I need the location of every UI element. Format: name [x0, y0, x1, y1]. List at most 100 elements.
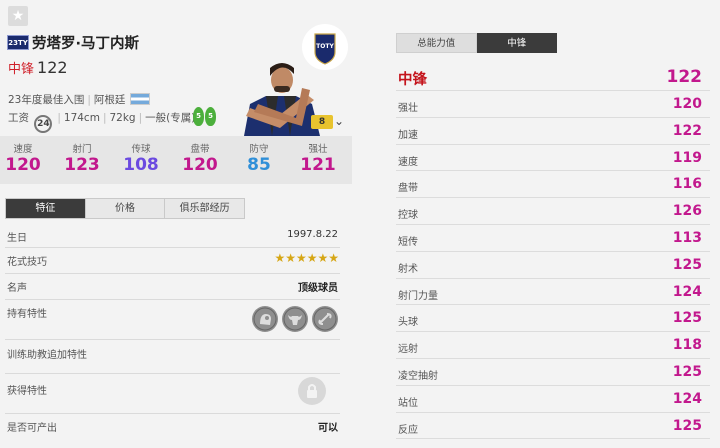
weight-value: 72kg: [109, 112, 136, 124]
info-label: 花式技巧: [7, 257, 47, 268]
producible-value: 可以: [318, 423, 338, 434]
stat-label: 强壮: [308, 144, 328, 155]
tab-striker[interactable]: 中锋: [476, 33, 557, 53]
player-profile-panel: ★ 23TY 劳塔罗·马丁内斯 中锋 122 23年度最佳入围 | 阿根廷 工资 24…: [0, 0, 352, 448]
attribute-row: 强壮 120: [396, 91, 710, 118]
stat-value: 108: [123, 155, 159, 175]
attribute-row: 射术 125: [396, 252, 710, 279]
tab-price[interactable]: 价格: [85, 199, 166, 218]
chevron-down-icon[interactable]: ⌄: [334, 114, 344, 128]
attribute-row: 远射 118: [396, 332, 710, 359]
left-foot-icon: 5: [193, 107, 204, 126]
stat-value: 85: [247, 155, 271, 175]
stat-value: 123: [64, 155, 100, 175]
stat-value: 121: [300, 155, 336, 175]
attribute-name: 射门力量: [398, 290, 438, 302]
trait-bull-icon[interactable]: [282, 306, 308, 332]
attribute-row: 控球 126: [396, 198, 710, 225]
lock-icon: [298, 377, 326, 405]
attribute-name: 射术: [398, 263, 418, 275]
info-row-reputation: 名声 顶级球员: [5, 274, 340, 300]
stat-dribbling: 盘带 120: [175, 136, 225, 175]
attribute-name: 站位: [398, 397, 418, 409]
height-value: 174cm: [63, 112, 100, 124]
wage-badge: 24: [34, 115, 53, 133]
attribute-value: 125: [672, 256, 702, 273]
team-logo-text: TOTY: [316, 43, 334, 50]
attribute-name: 头球: [398, 317, 418, 329]
nationality-label: 阿根廷: [93, 94, 126, 106]
stat-shooting: 射门 123: [57, 136, 107, 175]
stat-physical: 强壮 121: [293, 136, 343, 175]
attribute-value: 122: [666, 67, 703, 87]
skill-stars: ★★★★★★: [274, 251, 339, 265]
enhance-grade-badge[interactable]: 8: [311, 115, 333, 129]
wage-label: 工资: [8, 112, 29, 124]
attribute-name: 凌空抽射: [398, 371, 438, 382]
attribute-row: 速度 119: [396, 145, 710, 172]
attribute-name: 控球: [398, 210, 418, 222]
physical-info-line: 工资 24 | 174cm | 72kg | 一般(专属): [8, 110, 195, 133]
summary-stats: 速度 120 射门 123 传球 108 盘带 120 防守 85 强壮 121: [0, 136, 352, 184]
attribute-name: 反应: [398, 424, 418, 436]
reputation-value: 顶级球员: [298, 283, 338, 294]
stat-defending: 防守 85: [234, 136, 284, 175]
attribute-name: 速度: [398, 156, 418, 168]
player-name: 劳塔罗·马丁内斯: [32, 36, 140, 52]
info-label: 生日: [7, 233, 27, 244]
tab-total-ability[interactable]: 总能力值: [396, 33, 477, 53]
star-icon[interactable]: ★: [8, 6, 28, 26]
attribute-value: 125: [672, 364, 702, 380]
weak-foot-icon: 5 5: [193, 107, 217, 127]
info-tabs: 特征 价格 俱乐部经历: [5, 198, 245, 219]
info-label: 名声: [7, 283, 27, 294]
info-row-traits: 持有特性: [5, 300, 340, 340]
tab-club-history[interactable]: 俱乐部经历: [165, 199, 245, 218]
attribute-row: 站位 124: [396, 386, 710, 413]
season-label: 23年度最佳入围: [8, 94, 85, 106]
argentina-flag-icon: [130, 93, 151, 105]
stat-passing: 传球 108: [116, 136, 166, 175]
right-foot-icon: 5: [205, 107, 216, 126]
attribute-row: 凌空抽射 125: [396, 359, 710, 386]
body-type-value: 一般(专属): [145, 112, 196, 124]
attribute-row: 反应 125: [396, 413, 710, 440]
attribute-name: 盘带: [398, 183, 418, 195]
birthday-value: 1997.8.22: [287, 229, 338, 240]
attribute-value: 113: [672, 230, 702, 246]
position-overall: 中锋 122: [8, 58, 68, 77]
stat-label: 传球: [131, 144, 151, 155]
info-row-training-traits: 训练助教追加特性: [5, 340, 340, 374]
attribute-row-overall: 中锋 122: [396, 64, 710, 91]
attribute-value: 125: [672, 417, 702, 434]
attribute-name: 远射: [398, 344, 418, 356]
attribute-value: 124: [672, 283, 702, 300]
info-label: 训练助教追加特性: [7, 350, 87, 361]
tab-traits[interactable]: 特征: [6, 199, 86, 218]
stat-speed: 速度 120: [0, 136, 48, 175]
attribute-row: 射门力量 124: [396, 279, 710, 306]
attribute-panel: 总能力值 中锋 中锋 122 强壮 120 加速 122 速度 119 盘带 116 控球 126 短传…: [396, 0, 720, 448]
info-label: 持有特性: [7, 309, 47, 320]
attribute-row: 头球 125: [396, 305, 710, 333]
attribute-name: 强壮: [398, 103, 418, 114]
attribute-value: 126: [672, 203, 702, 220]
info-row-acquired-traits: 获得特性: [5, 374, 340, 414]
attribute-name: 加速: [398, 129, 418, 141]
info-row-producible: 是否可产出 可以: [5, 414, 340, 440]
stat-label: 防守: [249, 144, 269, 155]
info-label: 获得特性: [7, 386, 47, 397]
attribute-value: 119: [672, 149, 702, 166]
attribute-row: 加速 122: [396, 118, 710, 145]
trait-head-icon[interactable]: [252, 306, 278, 332]
attribute-value: 122: [672, 122, 702, 139]
attribute-value: 124: [672, 390, 702, 407]
attribute-value: 116: [672, 176, 702, 193]
stat-label: 速度: [13, 144, 33, 155]
attribute-value: 125: [672, 310, 702, 327]
attribute-value: 120: [672, 96, 702, 112]
attribute-name: 中锋: [398, 72, 427, 88]
trait-chain-icon[interactable]: [312, 306, 338, 332]
info-row-skill-moves: 花式技巧 ★★★★★★: [5, 248, 340, 274]
stat-value: 120: [5, 155, 41, 175]
